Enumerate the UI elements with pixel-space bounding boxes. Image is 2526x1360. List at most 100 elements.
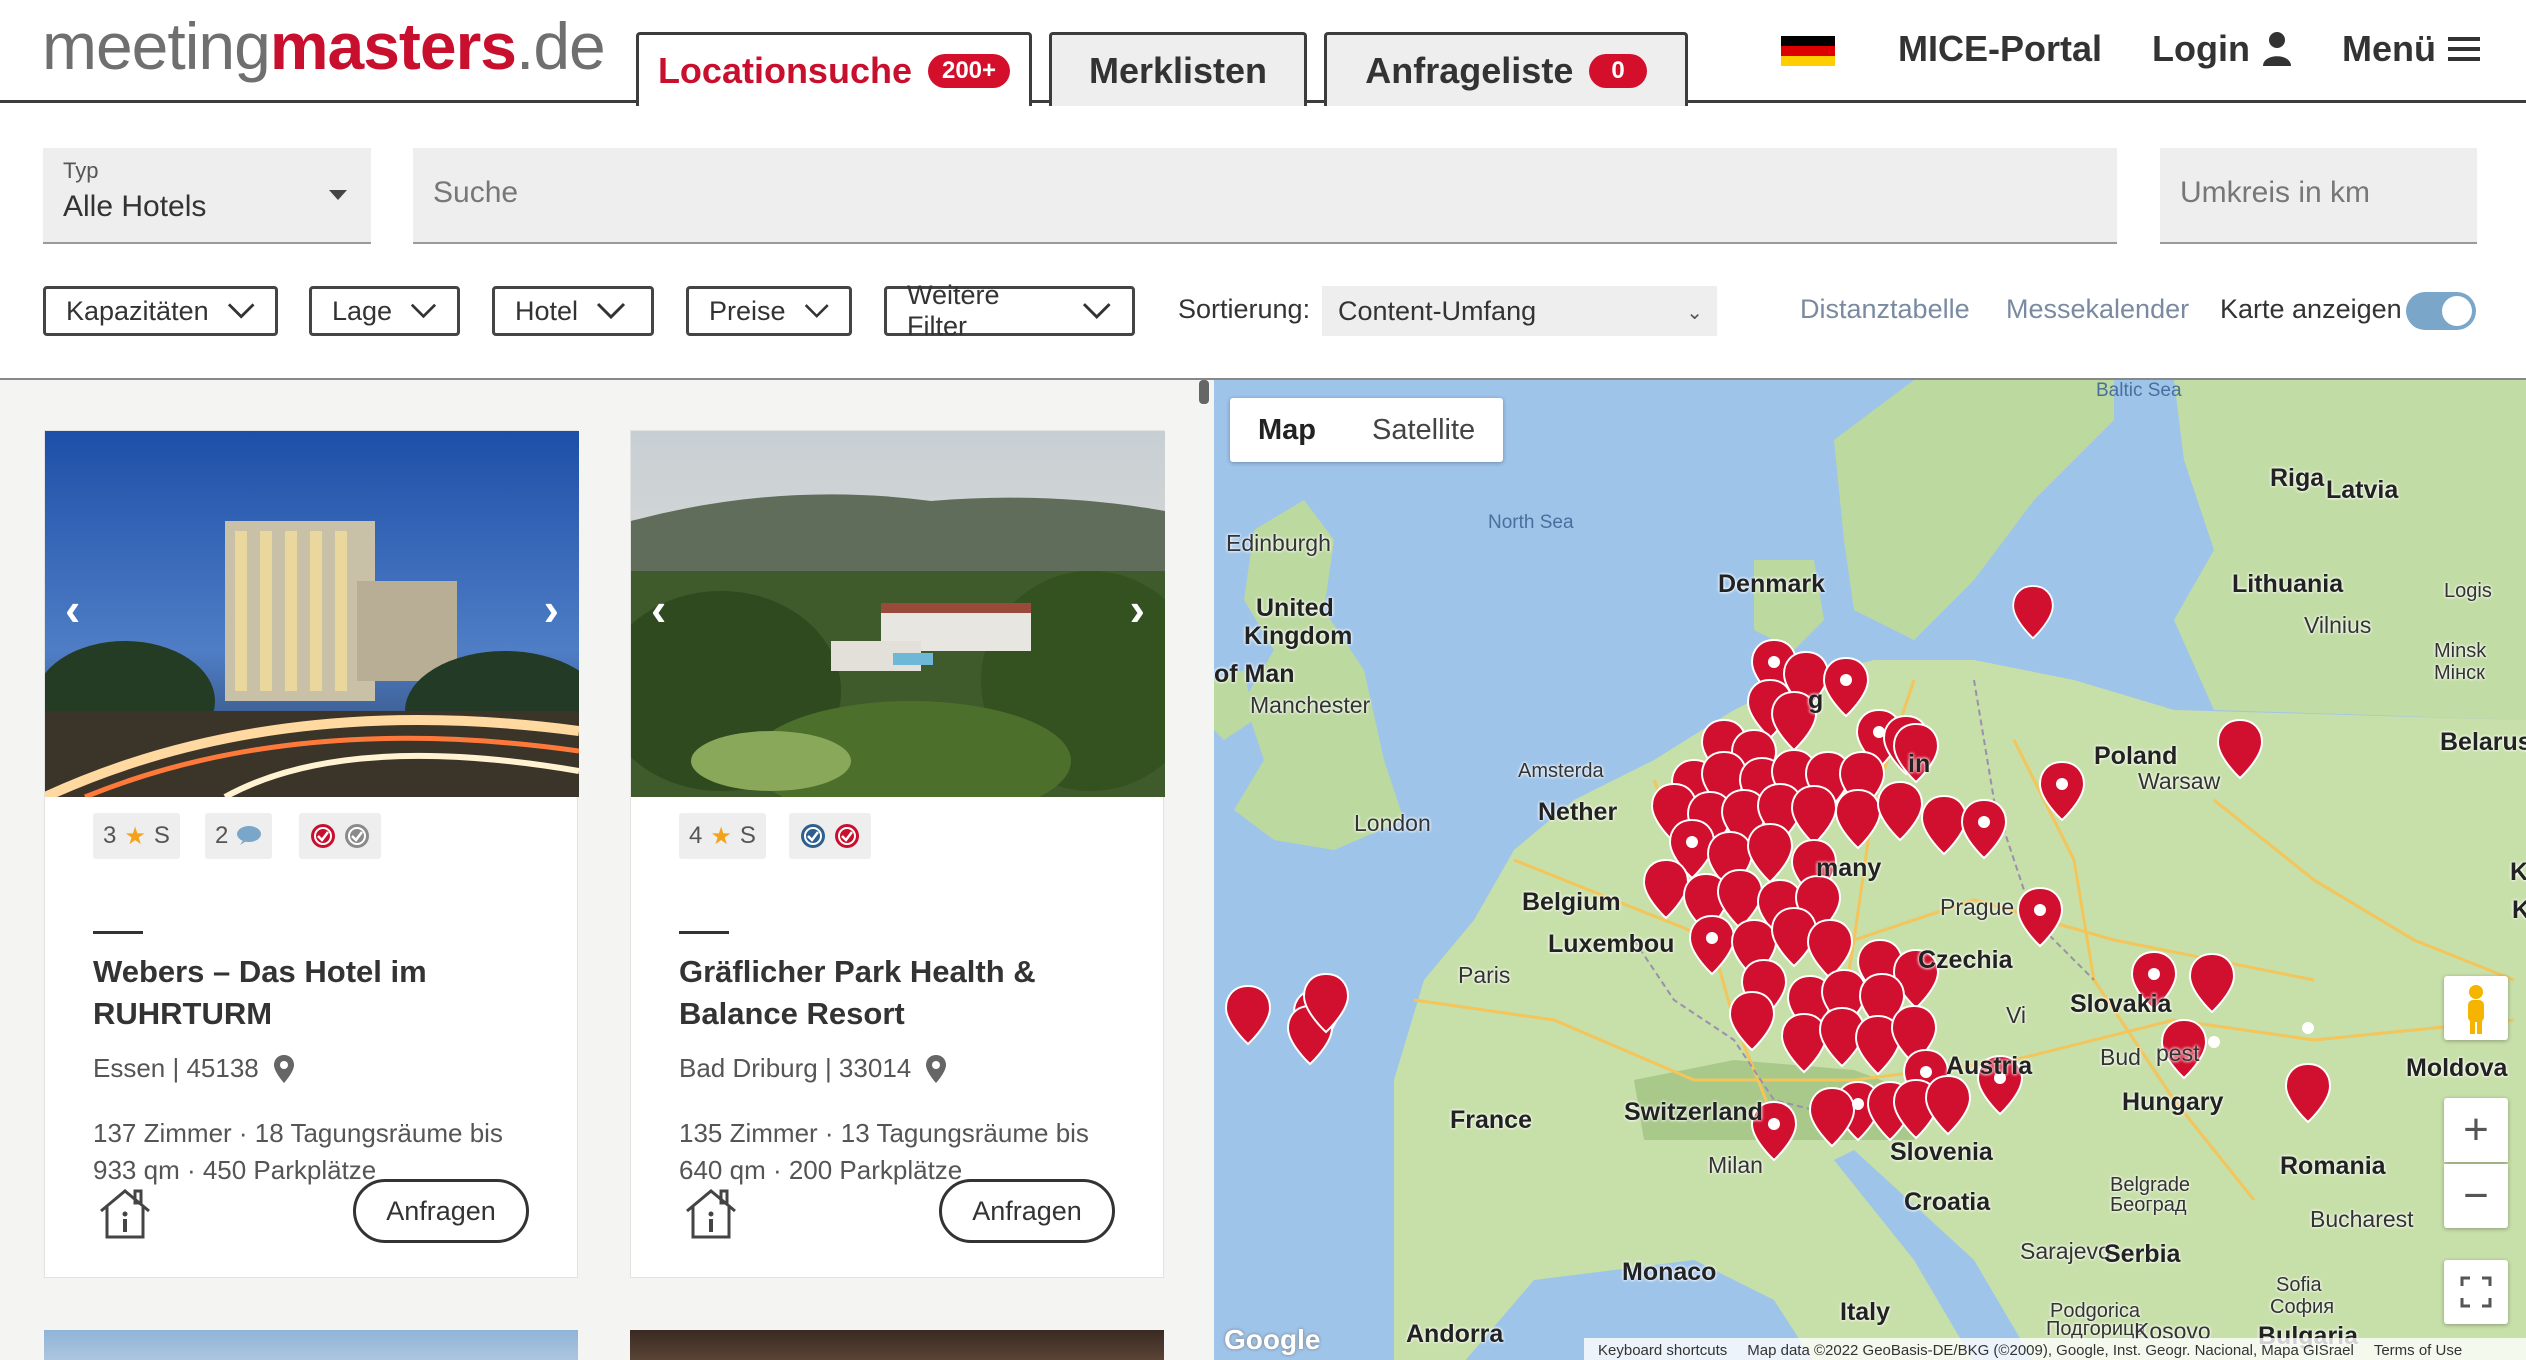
result-count-badge: 200+ <box>927 53 1011 88</box>
caret-down-icon <box>329 190 347 200</box>
prev-photo-button[interactable]: ‹ <box>65 586 80 632</box>
map-label: Bud <box>2100 1044 2141 1070</box>
map-label: Croatia <box>1904 1188 1991 1216</box>
map-label: pest <box>2156 1040 2200 1066</box>
house-info-icon[interactable] <box>681 1183 741 1243</box>
map-pin-icon[interactable] <box>925 1054 947 1084</box>
map-label: Warsaw <box>2138 768 2221 794</box>
chevron-down-icon <box>804 304 829 318</box>
distance-table-link[interactable]: Distanztabelle <box>1800 294 1970 325</box>
certification-badges <box>789 813 871 859</box>
map-label: London <box>1354 810 1431 836</box>
certified-check-icon <box>835 824 859 848</box>
map-label: Nether <box>1538 798 1618 826</box>
map-label: Riga <box>2270 464 2325 492</box>
chevron-down-icon <box>410 303 437 319</box>
map-label: Milan <box>1708 1152 1763 1178</box>
reviews-badge[interactable]: 2 <box>205 813 273 859</box>
map-data-attribution: Map data ©2022 GeoBasis-DE/BKG (©2009), … <box>1747 1341 2354 1359</box>
hamburger-icon <box>2448 37 2480 61</box>
zoom-in-button[interactable]: + <box>2444 1098 2508 1162</box>
hotel-location: Essen | 45138 <box>93 1053 295 1084</box>
house-info-icon[interactable] <box>95 1183 155 1243</box>
show-map-toggle[interactable] <box>2406 292 2476 330</box>
map-label: United <box>1256 594 1334 622</box>
map-label: K <box>2510 858 2526 887</box>
filter-capacities[interactable]: Kapazitäten <box>43 286 278 336</box>
map-label: in <box>1908 750 1931 778</box>
prev-photo-button[interactable]: ‹ <box>651 586 666 632</box>
comment-icon <box>237 826 262 845</box>
map-label: Serbia <box>2104 1240 2181 1268</box>
login-link[interactable]: Login <box>2152 26 2292 72</box>
scrollbar-handle[interactable] <box>1199 380 1209 404</box>
map-label: Belgium <box>1522 888 1621 916</box>
map-label: Czechia <box>1918 946 2013 974</box>
fullscreen-icon <box>2460 1276 2492 1308</box>
show-map-label: Karte anzeigen <box>2220 294 2402 324</box>
map-type-satellite-button[interactable]: Satellite <box>1344 398 1503 462</box>
hotel-card-partial[interactable] <box>630 1330 1164 1360</box>
mice-portal-link[interactable]: MICE-Portal <box>1898 26 2102 72</box>
radius-placeholder: Umkreis in km <box>2180 176 2371 209</box>
radius-input[interactable]: Umkreis in km <box>2160 148 2477 244</box>
toggle-knob <box>2442 296 2472 326</box>
star-rating-badge: 3 ★ S <box>93 813 180 859</box>
quality-check-icon <box>345 824 369 848</box>
hotel-card[interactable]: ‹ › 3 ★ S 2 Webers – Das Hotel im RUHRTU… <box>44 430 579 1278</box>
menu-button[interactable]: Menü <box>2342 26 2480 72</box>
hotel-title[interactable]: Gräflicher Park Health & Balance Resort <box>679 951 1139 1035</box>
search-placeholder: Suche <box>433 176 519 209</box>
map-label: Denmark <box>1718 570 1825 598</box>
map-attribution: Keyboard shortcuts Map data ©2022 GeoBas… <box>1584 1338 2526 1360</box>
sort-select[interactable]: Content-Umfang ⌄ <box>1322 286 1717 336</box>
map-label: Manchester <box>1250 692 1371 718</box>
tab-locationsuche[interactable]: Locationsuche 200+ <box>636 32 1032 106</box>
hotel-facts: 135 Zimmer · 13 Tagungsräume bis 640 qm … <box>679 1118 1089 1185</box>
map-label: Andorra <box>1406 1320 1504 1348</box>
zoom-out-button[interactable]: − <box>2444 1164 2508 1228</box>
map-pin-icon[interactable] <box>273 1054 295 1084</box>
title-divider <box>679 931 729 934</box>
tab-label: Merklisten <box>1088 49 1268 91</box>
star-icon: ★ <box>124 822 146 850</box>
map-label: Amsterda <box>1518 760 1604 782</box>
street-view-pegman-icon[interactable] <box>2444 976 2508 1040</box>
hotel-card-partial[interactable] <box>44 1330 578 1360</box>
tab-merklisten[interactable]: Merklisten <box>1049 32 1307 106</box>
keyboard-shortcuts-link[interactable]: Keyboard shortcuts <box>1598 1342 1727 1359</box>
map-label: Minsk <box>2434 640 2487 662</box>
sort-label: Sortierung: <box>1178 294 1311 324</box>
site-logo[interactable]: meetingmasters.de <box>42 6 606 86</box>
filter-location[interactable]: Lage <box>309 286 460 336</box>
map-type-map-button[interactable]: Map <box>1230 398 1344 462</box>
filter-more[interactable]: Weitere Filter <box>884 280 1135 341</box>
type-label: Typ <box>63 158 99 183</box>
tab-anfrageliste[interactable]: Anfrageliste 0 <box>1324 32 1688 106</box>
map-label: Paris <box>1458 962 1511 988</box>
filter-prices[interactable]: Preise <box>686 286 852 336</box>
request-button[interactable]: Anfragen <box>939 1179 1115 1243</box>
hotel-card[interactable]: ‹ › 4 ★ S Gräflicher Park Health & Balan… <box>630 430 1165 1278</box>
chevron-down-icon <box>227 303 255 319</box>
hotel-title[interactable]: Webers – Das Hotel im RUHRTURM <box>93 951 553 1035</box>
next-photo-button[interactable]: › <box>544 586 559 632</box>
map-label: North Sea <box>1488 512 1574 533</box>
map-label: Moldova <box>2406 1054 2508 1082</box>
next-photo-button[interactable]: › <box>1130 586 1145 632</box>
map-label: Kingdom <box>1244 622 1353 650</box>
type-select[interactable]: Typ Alle Hotels <box>43 148 371 244</box>
results-map[interactable]: Baltic Sea North Sea Riga Latvia Edinbur… <box>1214 378 2526 1360</box>
map-label: Belarus <box>2440 728 2526 756</box>
map-label: Monaco <box>1622 1258 1717 1286</box>
terms-of-use-link[interactable]: Terms of Use <box>2374 1342 2462 1359</box>
search-input[interactable]: Suche <box>413 148 2117 244</box>
fair-calendar-link[interactable]: Messekalender <box>2006 294 2189 325</box>
filter-hotel[interactable]: Hotel <box>492 286 654 336</box>
map-label: Romania <box>2280 1152 2386 1180</box>
type-value: Alle Hotels <box>63 190 207 223</box>
fullscreen-button[interactable] <box>2444 1260 2508 1324</box>
flag-de-icon[interactable] <box>1781 36 1835 66</box>
request-button[interactable]: Anfragen <box>353 1179 529 1243</box>
map-label: Sarajevo <box>2020 1238 2111 1264</box>
